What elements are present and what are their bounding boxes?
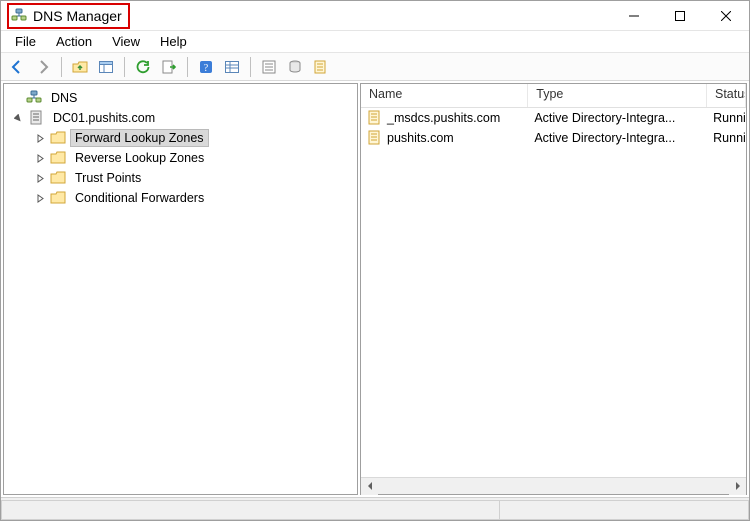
tree-server-label: DC01.pushits.com [48, 109, 160, 127]
tree-pane[interactable]: DNS DC01.pushits.com Forward Lookup Zone… [3, 83, 358, 495]
menu-view[interactable]: View [104, 32, 148, 51]
tree-reverse-lookup-zones[interactable]: Reverse Lookup Zones [8, 148, 357, 168]
dns-manager-window: DNS Manager File Action View Help ? [0, 0, 750, 521]
dns-app-icon [11, 8, 27, 24]
svg-text:?: ? [204, 63, 209, 74]
tree-forward-lookup-zones[interactable]: Forward Lookup Zones [8, 128, 357, 148]
column-header-type[interactable]: Type [528, 84, 707, 107]
close-button[interactable] [703, 1, 749, 30]
horizontal-scrollbar[interactable] [361, 477, 746, 494]
scroll-left-icon[interactable] [361, 478, 378, 495]
toolbar-separator [61, 57, 62, 77]
details-view-icon[interactable] [220, 55, 244, 79]
tree-item-label: Trust Points [70, 169, 146, 187]
help-icon[interactable]: ? [194, 55, 218, 79]
folder-icon [50, 150, 66, 166]
menu-bar: File Action View Help [1, 31, 749, 53]
new-zone-icon[interactable] [309, 55, 333, 79]
tree-root-label: DNS [46, 89, 82, 107]
tree-item-label: Reverse Lookup Zones [70, 149, 209, 167]
list-body[interactable]: _msdcs.pushits.com Active Directory-Inte… [361, 108, 746, 477]
list-row[interactable]: _msdcs.pushits.com Active Directory-Inte… [361, 108, 746, 128]
cell-name: _msdcs.pushits.com [361, 109, 528, 127]
export-list-icon[interactable] [157, 55, 181, 79]
toolbar-separator [250, 57, 251, 77]
menu-action[interactable]: Action [48, 32, 100, 51]
folder-icon [50, 190, 66, 206]
body-split: DNS DC01.pushits.com Forward Lookup Zone… [1, 81, 749, 498]
toolbar-separator [124, 57, 125, 77]
filter-icon[interactable] [257, 55, 281, 79]
menu-file[interactable]: File [7, 32, 44, 51]
maximize-button[interactable] [657, 1, 703, 30]
menu-help[interactable]: Help [152, 32, 195, 51]
title-bar: DNS Manager [1, 1, 749, 31]
toolbar-separator [187, 57, 188, 77]
window-controls [611, 1, 749, 30]
list-header: Name Type Status [361, 84, 746, 108]
status-bar [1, 498, 749, 520]
tree-item-label: Conditional Forwarders [70, 189, 209, 207]
expand-icon[interactable] [34, 172, 46, 184]
expand-icon[interactable] [34, 132, 46, 144]
cell-name-text: pushits.com [387, 131, 454, 145]
collapse-icon[interactable] [12, 112, 24, 124]
cell-type: Active Directory-Integra... [528, 110, 707, 126]
column-header-status[interactable]: Status [707, 84, 746, 107]
folder-icon [50, 170, 66, 186]
zone-icon [367, 110, 383, 126]
minimize-button[interactable] [611, 1, 657, 30]
nav-forward-icon[interactable] [31, 55, 55, 79]
tree-root-dns[interactable]: DNS [8, 88, 357, 108]
dns-root-icon [26, 90, 42, 106]
cell-name-text: _msdcs.pushits.com [387, 111, 500, 125]
list-pane: Name Type Status _msdcs.pushits.com Acti… [360, 83, 747, 495]
window-title: DNS Manager [33, 8, 122, 24]
title-bar-left-highlight: DNS Manager [7, 3, 130, 29]
tree-trust-points[interactable]: Trust Points [8, 168, 357, 188]
tree-item-label: Forward Lookup Zones [70, 129, 209, 147]
up-folder-icon[interactable] [68, 55, 92, 79]
nav-back-icon[interactable] [5, 55, 29, 79]
status-cell [499, 500, 749, 520]
toolbar: ? [1, 53, 749, 81]
cell-status: Running [707, 110, 746, 126]
show-hide-tree-icon[interactable] [94, 55, 118, 79]
cell-status: Running [707, 130, 746, 146]
scroll-right-icon[interactable] [729, 478, 746, 495]
tree-server[interactable]: DC01.pushits.com [8, 108, 357, 128]
status-cell [1, 500, 500, 520]
zone-icon [367, 130, 383, 146]
cell-name: pushits.com [361, 129, 528, 147]
column-header-name[interactable]: Name [361, 84, 528, 107]
server-icon [28, 110, 44, 126]
list-row[interactable]: pushits.com Active Directory-Integra... … [361, 128, 746, 148]
tree-conditional-forwarders[interactable]: Conditional Forwarders [8, 188, 357, 208]
script-icon[interactable] [283, 55, 307, 79]
folder-icon [50, 130, 66, 146]
expand-icon[interactable] [34, 192, 46, 204]
expand-icon[interactable] [34, 152, 46, 164]
spacer [10, 92, 22, 104]
refresh-icon[interactable] [131, 55, 155, 79]
cell-type: Active Directory-Integra... [528, 130, 707, 146]
